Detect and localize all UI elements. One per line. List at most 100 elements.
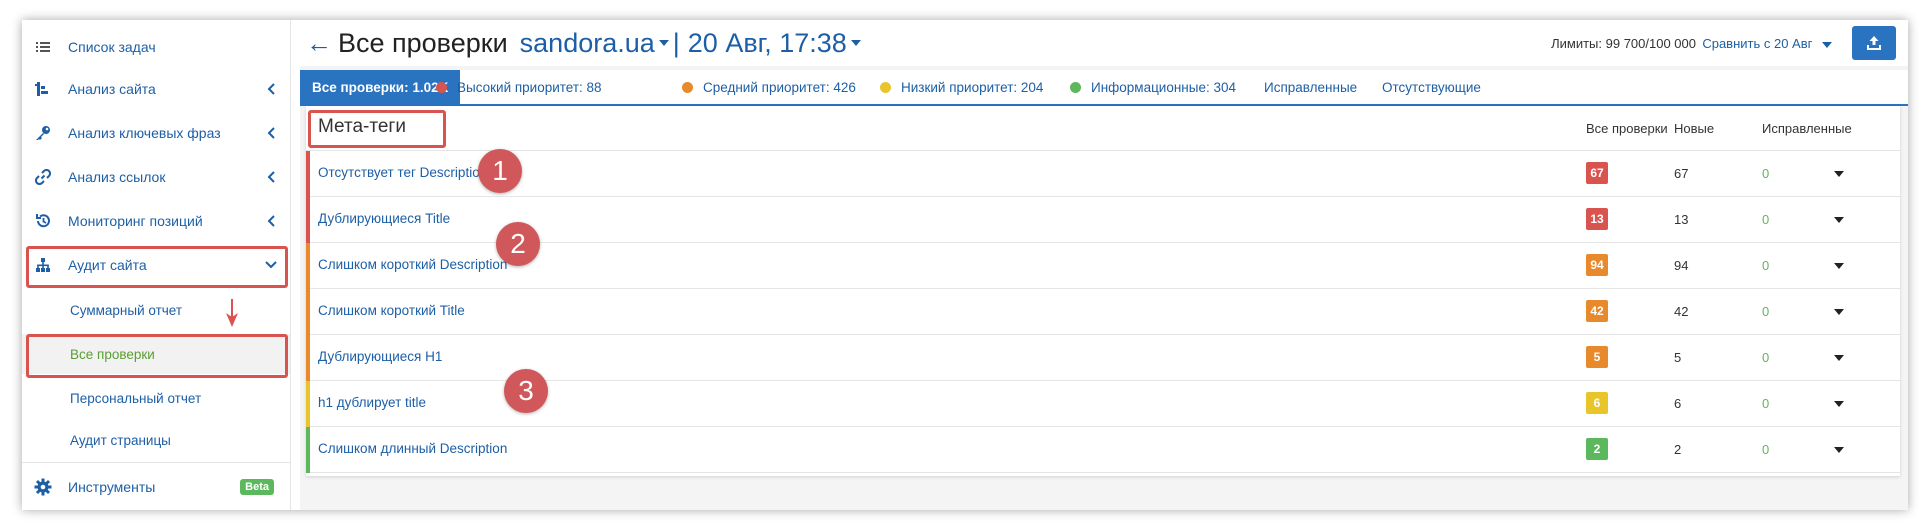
check-name-link[interactable]: Отсутствует тег Description <box>318 165 487 180</box>
tab-label: Высокий приоритет: 88 <box>457 79 602 95</box>
new-count: 5 <box>1674 350 1682 365</box>
sidebar-item-label: Мониторинг позиций <box>68 213 203 229</box>
new-count: 94 <box>1674 258 1689 273</box>
sidebar-subitem-personal-report[interactable]: Персональный отчет <box>22 378 290 418</box>
compare-label: Сравнить с 20 Авг <box>1702 36 1813 51</box>
expand-caret-icon[interactable] <box>1834 309 1844 315</box>
tab-label: Низкий приоритет: 204 <box>901 79 1044 95</box>
sidebar-subitem-label: Суммарный отчет <box>70 302 183 318</box>
sidebar-divider <box>22 462 290 463</box>
title-row: ← Все проверки sandora.ua | 20 Авг, 17:3… <box>306 26 865 60</box>
domain-selector[interactable]: sandora.ua <box>520 28 655 59</box>
table-row[interactable]: Слишком короткий Title 42 42 0 <box>306 289 1900 335</box>
sidebar-subitem-label: Аудит страницы <box>70 432 171 448</box>
new-count: 42 <box>1674 304 1689 319</box>
tab-high-priority[interactable]: Высокий приоритет: 88 <box>436 70 602 104</box>
chevron-left-icon <box>264 82 278 96</box>
column-header-new[interactable]: Новые <box>1674 121 1714 136</box>
count-badge: 67 <box>1586 162 1608 184</box>
caret-down-icon[interactable] <box>658 40 669 46</box>
fixed-count: 0 <box>1762 350 1770 365</box>
link-icon <box>32 166 54 188</box>
checks-table: Мета-теги Все проверки Новые Исправленны… <box>306 106 1900 476</box>
arrow-down-icon <box>226 299 238 327</box>
sidebar-item-tasks[interactable]: Список задач <box>22 26 290 68</box>
yellow-dot-icon <box>880 81 891 93</box>
count-badge: 94 <box>1586 254 1608 276</box>
tab-label: Средний приоритет: 426 <box>703 79 856 95</box>
green-dot-icon <box>1070 81 1081 93</box>
sidebar-item-tools[interactable]: Инструменты Beta <box>22 466 290 508</box>
key-icon <box>32 122 54 144</box>
priority-stripe <box>306 381 310 427</box>
sidebar-item-label: Анализ ссылок <box>68 169 166 185</box>
history-icon <box>32 210 54 232</box>
fixed-count: 0 <box>1762 258 1770 273</box>
chevron-left-icon <box>264 214 278 228</box>
sidebar-item-link-analysis[interactable]: Анализ ссылок <box>22 156 290 198</box>
count-badge: 13 <box>1586 208 1608 230</box>
sidebar-subitem-page-audit[interactable]: Аудит страницы <box>22 420 290 460</box>
check-name-link[interactable]: Слишком короткий Description <box>318 257 507 272</box>
expand-caret-icon[interactable] <box>1834 355 1844 361</box>
sidebar-item-site-analysis[interactable]: Анализ сайта <box>22 68 290 110</box>
fixed-count: 0 <box>1762 212 1770 227</box>
count-badge: 2 <box>1586 438 1608 460</box>
annotation-marker: 3 <box>504 369 548 413</box>
check-name-link[interactable]: Слишком короткий Title <box>318 303 465 318</box>
tab-missing[interactable]: Отсутствующие <box>1382 70 1481 104</box>
export-button[interactable] <box>1852 26 1896 60</box>
back-arrow-icon[interactable]: ← <box>306 28 332 59</box>
check-name-link[interactable]: h1 дублирует title <box>318 395 426 410</box>
beta-badge: Beta <box>240 479 274 495</box>
table-row[interactable]: Слишком короткий Description 94 94 0 <box>306 243 1900 289</box>
tab-label: Информационные: 304 <box>1091 79 1236 95</box>
priority-stripe <box>306 243 310 289</box>
tab-label: Все проверки: 1.02K <box>312 79 449 95</box>
priority-stripe <box>306 335 310 381</box>
priority-stripe <box>306 427 310 473</box>
expand-caret-icon[interactable] <box>1834 263 1844 269</box>
expand-caret-icon[interactable] <box>1834 401 1844 407</box>
new-count: 6 <box>1674 396 1682 411</box>
table-row[interactable]: Дублирующиеся Title 13 13 0 <box>306 197 1900 243</box>
sidebar-item-label: Анализ сайта <box>68 81 156 97</box>
tab-low-priority[interactable]: Низкий приоритет: 204 <box>880 70 1043 104</box>
fixed-count: 0 <box>1762 166 1770 181</box>
analysis-icon <box>32 78 54 100</box>
sidebar-item-position-monitoring[interactable]: Мониторинг позиций <box>22 200 290 242</box>
tab-label: Исправленные <box>1264 79 1358 95</box>
fixed-count: 0 <box>1762 304 1770 319</box>
expand-caret-icon[interactable] <box>1834 217 1844 223</box>
date-selector[interactable]: 20 Авг, 17:38 <box>688 28 847 59</box>
highlight-box-site-audit <box>26 246 288 288</box>
caret-down-icon[interactable] <box>850 40 861 46</box>
table-row[interactable]: Отсутствует тег Description 67 67 0 <box>306 151 1900 197</box>
column-header-fixed[interactable]: Исправленные <box>1762 121 1852 136</box>
tab-informational[interactable]: Информационные: 304 <box>1070 70 1236 104</box>
check-name-link[interactable]: Дублирующиеся H1 <box>318 349 442 364</box>
expand-caret-icon[interactable] <box>1834 171 1844 177</box>
expand-caret-icon[interactable] <box>1834 447 1844 453</box>
table-row[interactable]: Слишком длинный Description 2 2 0 <box>306 427 1900 473</box>
sidebar-item-keyword-analysis[interactable]: Анализ ключевых фраз <box>22 112 290 154</box>
chevron-left-icon <box>264 170 278 184</box>
count-badge: 42 <box>1586 300 1608 322</box>
annotation-marker: 1 <box>478 149 522 193</box>
sidebar-subitem-summary-report[interactable]: Суммарный отчет <box>22 290 290 330</box>
sidebar-subitem-label: Персональный отчет <box>70 390 202 406</box>
tab-fixed[interactable]: Исправленные <box>1264 70 1357 104</box>
priority-stripe <box>306 151 310 197</box>
table-header: Мета-теги Все проверки Новые Исправленны… <box>306 106 1900 151</box>
check-name-link[interactable]: Дублирующиеся Title <box>318 211 450 226</box>
tab-medium-priority[interactable]: Средний приоритет: 426 <box>682 70 856 104</box>
column-header-all[interactable]: Все проверки <box>1586 121 1668 136</box>
compare-dropdown[interactable]: Сравнить с 20 Авг <box>1702 36 1836 51</box>
sidebar: Список задач Анализ сайта Анализ ключевы… <box>22 20 291 510</box>
caret-down-icon <box>1822 41 1832 48</box>
highlight-box-section-title <box>308 110 446 148</box>
check-name-link[interactable]: Слишком длинный Description <box>318 441 507 456</box>
sidebar-item-label: Список задач <box>68 39 156 55</box>
priority-stripe <box>306 289 310 335</box>
table-row[interactable]: Дублирующиеся H1 5 5 0 <box>306 335 1900 381</box>
